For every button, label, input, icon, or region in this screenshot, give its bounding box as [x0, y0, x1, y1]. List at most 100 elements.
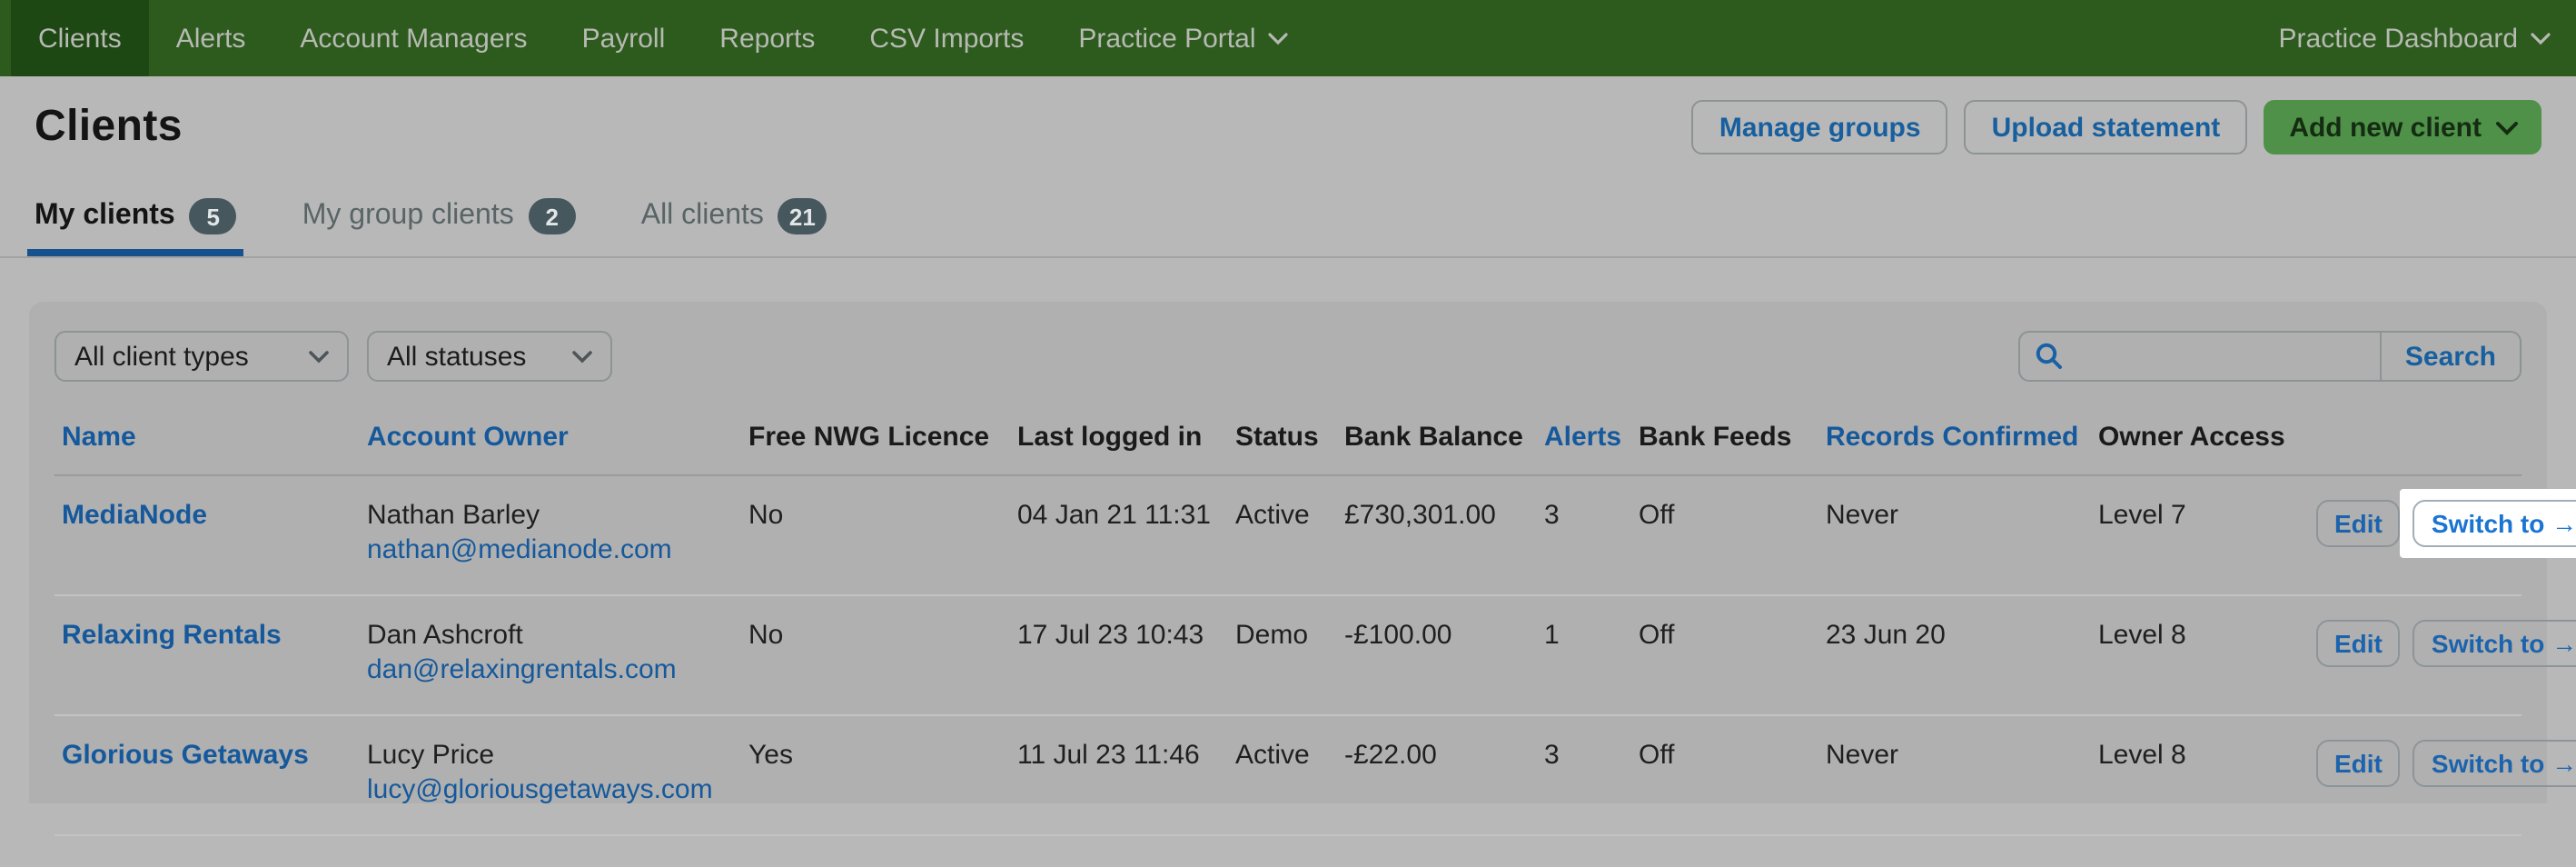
- row-actions: Edit Switch to →: [2316, 738, 2576, 834]
- cell-owner-access: Level 8: [2098, 738, 2316, 834]
- owner-name: Lucy Price: [367, 738, 748, 772]
- nav-item-payroll[interactable]: Payroll: [555, 0, 693, 76]
- cell-bank-balance: £730,301.00: [1344, 498, 1544, 594]
- column-header-bank-balance: Bank Balance: [1344, 422, 1544, 453]
- nav-item-label: Clients: [38, 23, 122, 54]
- cell-bank-feeds: Off: [1639, 618, 1826, 714]
- upload-statement-button[interactable]: Upload statement: [1965, 100, 2248, 154]
- count-badge: 2: [529, 198, 576, 234]
- owner-email-link[interactable]: dan@relaxingrentals.com: [367, 653, 748, 687]
- column-header-name[interactable]: Name: [62, 422, 367, 453]
- nav-item-label: Payroll: [582, 23, 666, 54]
- cell-records-confirmed: Never: [1826, 498, 2098, 594]
- search-box: Search: [2018, 331, 2522, 382]
- clients-panel: All client types All statuses Search Nam…: [29, 302, 2547, 803]
- client-tabs: My clients 5 My group clients 2 All clie…: [0, 198, 2576, 258]
- switch-to-button[interactable]: Switch to →: [2413, 500, 2576, 547]
- tab-my-clients[interactable]: My clients 5: [27, 198, 244, 256]
- nav-item-label: Practice Dashboard: [2279, 23, 2518, 54]
- cell-records-confirmed: Never: [1826, 738, 2098, 834]
- status-value: All statuses: [387, 341, 554, 372]
- cell-bank-feeds: Off: [1639, 738, 1826, 834]
- owner-email-link[interactable]: lucy@gloriousgetaways.com: [367, 772, 748, 807]
- column-header-status: Status: [1235, 422, 1344, 453]
- edit-button[interactable]: Edit: [2316, 740, 2401, 787]
- edit-button[interactable]: Edit: [2316, 620, 2401, 667]
- nav-item-label: Practice Portal: [1078, 23, 1255, 54]
- column-header-records-confirmed[interactable]: Records Confirmed: [1826, 422, 2098, 453]
- cell-bank-balance: -£100.00: [1344, 618, 1544, 714]
- client-name-link[interactable]: MediaNode: [62, 500, 207, 531]
- table-header-row: Name Account Owner Free NWG Licence Last…: [54, 382, 2522, 476]
- client-type-select[interactable]: All client types: [54, 331, 349, 382]
- row-actions: Edit Switch to →: [2316, 618, 2576, 714]
- tab-my-group-clients[interactable]: My group clients 2: [295, 198, 583, 256]
- cell-owner-access: Level 8: [2098, 618, 2316, 714]
- search-input[interactable]: [2075, 340, 2354, 373]
- search-icon: [2035, 342, 2064, 371]
- chevron-down-icon: [1269, 32, 1289, 45]
- count-badge: 21: [778, 198, 827, 234]
- page-header: Clients Manage groups Upload statement A…: [35, 100, 2541, 154]
- add-new-client-label: Add new client: [2289, 112, 2482, 143]
- cell-status: Active: [1235, 498, 1344, 594]
- chevron-down-icon: [2496, 121, 2516, 134]
- cell-alerts: 1: [1544, 618, 1639, 714]
- nav-item-label: Reports: [719, 23, 815, 54]
- add-new-client-button[interactable]: Add new client: [2264, 100, 2541, 154]
- cell-alerts: 3: [1544, 498, 1639, 594]
- cell-records-confirmed: 23 Jun 20: [1826, 618, 2098, 714]
- nav-item-clients[interactable]: Clients: [11, 0, 149, 76]
- switch-to-highlight-box: Switch to →: [2401, 489, 2576, 558]
- top-nav: Clients Alerts Account Managers Payroll …: [0, 0, 2576, 76]
- column-header-account-owner[interactable]: Account Owner: [367, 422, 748, 453]
- cell-owner-access: Level 7: [2098, 498, 2316, 594]
- tab-label: All clients: [641, 200, 764, 233]
- nav-item-reports[interactable]: Reports: [692, 0, 842, 76]
- count-badge: 5: [190, 198, 237, 234]
- nav-item-label: Account Managers: [300, 23, 527, 54]
- row-actions: Edit Switch to →: [2316, 498, 2576, 594]
- chevron-down-icon: [572, 350, 592, 363]
- search-button[interactable]: Search: [2380, 333, 2520, 380]
- tab-label: My group clients: [302, 200, 514, 233]
- owner-email-link[interactable]: nathan@medianode.com: [367, 533, 748, 567]
- cell-last-logged-in: 17 Jul 23 10:43: [1017, 618, 1235, 714]
- header-buttons: Manage groups Upload statement Add new c…: [1692, 100, 2541, 154]
- column-header-alerts[interactable]: Alerts: [1544, 422, 1639, 453]
- switch-to-button[interactable]: Switch to →: [2413, 740, 2576, 787]
- cell-status: Demo: [1235, 618, 1344, 714]
- nav-item-label: CSV Imports: [869, 23, 1024, 54]
- status-select[interactable]: All statuses: [367, 331, 612, 382]
- nav-item-label: Alerts: [176, 23, 246, 54]
- column-header-free-nwg-licence: Free NWG Licence: [748, 422, 1017, 453]
- filter-row: All client types All statuses Search: [54, 331, 2522, 382]
- column-header-owner-access: Owner Access: [2098, 422, 2316, 453]
- edit-button[interactable]: Edit: [2316, 500, 2401, 547]
- cell-free-nwg-licence: Yes: [748, 738, 1017, 834]
- cell-free-nwg-licence: No: [748, 498, 1017, 594]
- nav-item-account-managers[interactable]: Account Managers: [272, 0, 554, 76]
- column-header-bank-feeds: Bank Feeds: [1639, 422, 1826, 453]
- nav-item-csv-imports[interactable]: CSV Imports: [842, 0, 1051, 76]
- nav-item-practice-dashboard[interactable]: Practice Dashboard: [2252, 0, 2576, 76]
- practice-dashboard-app: Clients Alerts Account Managers Payroll …: [0, 0, 2576, 867]
- table-row: Glorious Getaways Lucy Price lucy@glorio…: [54, 716, 2522, 836]
- tab-all-clients[interactable]: All clients 21: [634, 198, 834, 256]
- client-name-link[interactable]: Relaxing Rentals: [62, 620, 282, 651]
- cell-bank-feeds: Off: [1639, 498, 1826, 594]
- nav-item-alerts[interactable]: Alerts: [149, 0, 273, 76]
- page-title: Clients: [35, 102, 183, 153]
- clients-table: Name Account Owner Free NWG Licence Last…: [54, 382, 2522, 836]
- table-row: MediaNode Nathan Barley nathan@medianode…: [54, 476, 2522, 596]
- client-type-value: All client types: [74, 341, 291, 372]
- cell-last-logged-in: 04 Jan 21 11:31: [1017, 498, 1235, 594]
- chevron-down-icon: [309, 350, 329, 363]
- switch-to-button[interactable]: Switch to →: [2413, 620, 2576, 667]
- owner-name: Dan Ashcroft: [367, 618, 748, 653]
- manage-groups-button[interactable]: Manage groups: [1692, 100, 1948, 154]
- cell-bank-balance: -£22.00: [1344, 738, 1544, 834]
- client-name-link[interactable]: Glorious Getaways: [62, 740, 309, 771]
- nav-item-practice-portal[interactable]: Practice Portal: [1051, 0, 1315, 76]
- cell-free-nwg-licence: No: [748, 618, 1017, 714]
